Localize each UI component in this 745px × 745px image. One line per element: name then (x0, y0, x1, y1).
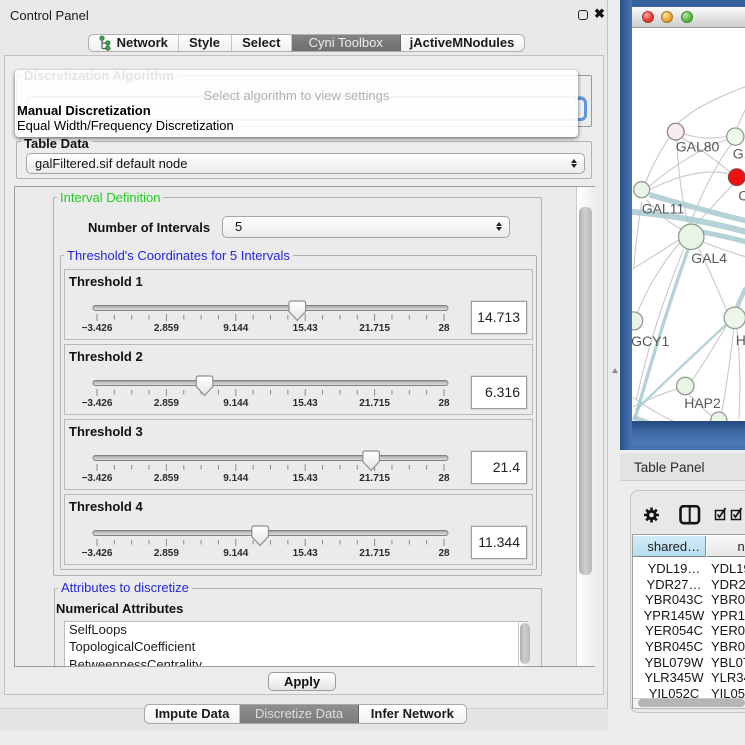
svg-text:HAP2: HAP2 (684, 395, 721, 411)
svg-text:GAL80: GAL80 (675, 139, 719, 155)
svg-text:GAL4: GAL4 (691, 250, 727, 266)
svg-text:C: C (738, 188, 745, 204)
svg-text:GCY1: GCY1 (632, 333, 670, 349)
svg-text:G.: G. (732, 146, 745, 162)
svg-text:H: H (735, 332, 745, 348)
svg-text:GAL11: GAL11 (641, 201, 684, 217)
